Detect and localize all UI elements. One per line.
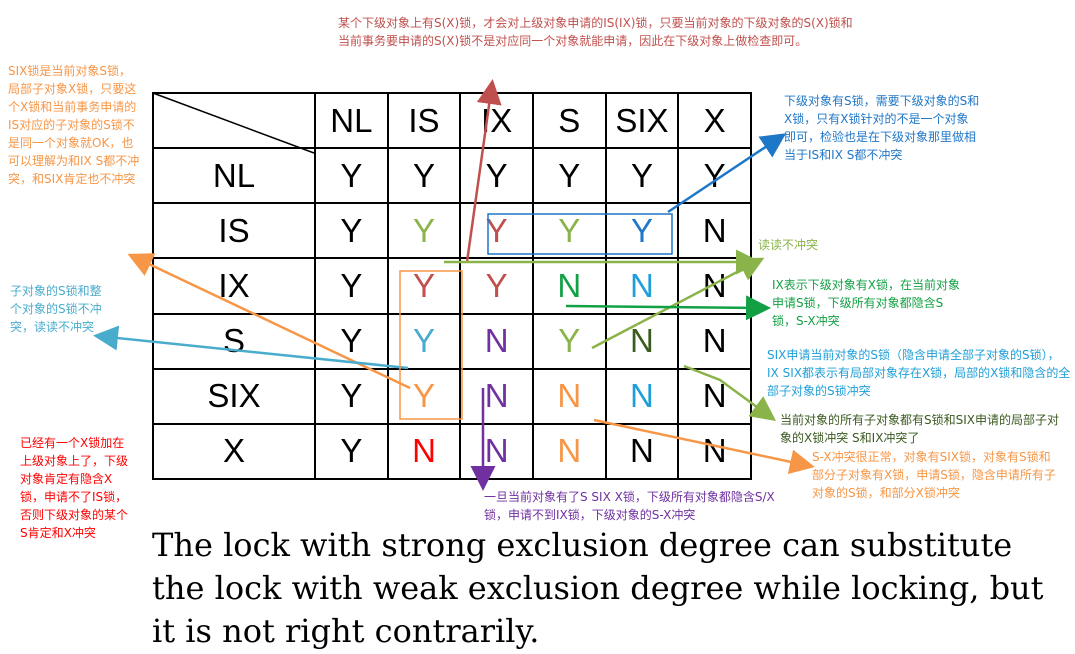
cell-ix-x: N (677, 257, 752, 315)
cell-x-s: N (531, 422, 607, 481)
matrix-corner-cell (152, 91, 316, 150)
matrix-row-nl: NL Y Y Y Y Y Y (152, 147, 752, 205)
col-header-nl: NL (314, 91, 389, 150)
cell-s-six: N (604, 312, 680, 370)
cell-x-six: N (604, 422, 680, 481)
cell-ix-s: N (531, 257, 607, 315)
cell-is-s: Y (531, 202, 607, 260)
col-header-six: SIX (604, 91, 680, 150)
cell-is-nl: Y (314, 202, 389, 260)
matrix-row-six: SIX Y Y N N N N (152, 367, 752, 425)
cell-s-x: N (677, 312, 752, 370)
cell-nl-is: Y (386, 147, 462, 205)
cell-s-s: Y (531, 312, 607, 370)
cell-x-nl: Y (314, 422, 389, 481)
col-header-s: S (531, 91, 607, 150)
note-right-olive: 当前对象的所有子对象都有S锁和SIX申请的局部子对象的X锁冲突 S和IX冲突了 (780, 413, 1059, 445)
matrix-row-ix: IX Y Y Y N N N (152, 257, 752, 315)
cell-ix-is: Y (386, 257, 462, 315)
row-header-x: X (152, 422, 316, 481)
lock-compatibility-matrix: NL IS IX S SIX X NL Y Y Y Y Y Y IS Y Y Y Y Y N IX Y Y Y N N N S Y Y N Y… (152, 91, 752, 481)
note-right-green-dark: IX表示下级对象有X锁，在当前对象申请S锁，下级所有对象都隐含S锁，S-X冲突 (772, 278, 960, 328)
note-right-blue2: SIX申请当前对象的S锁（隐含申请全部子对象的S锁），IX SIX都表示有局部对… (767, 348, 1071, 398)
note-bottom-purple: 一旦当前对象有了S SIX X锁，下级所有对象都隐含S/X锁，申请不到IX锁，下… (484, 490, 775, 522)
note-right-blue: 下级对象有S锁，需要下级对象的S和X锁，只有X锁针对的不是一个对象即可，检验也是… (784, 94, 980, 162)
cell-six-x: N (677, 367, 752, 425)
cell-s-nl: Y (314, 312, 389, 370)
cell-is-is: Y (386, 202, 462, 260)
cell-nl-six: Y (604, 147, 680, 205)
cell-is-x: N (677, 202, 752, 260)
cell-is-ix: Y (459, 202, 534, 260)
cell-six-s: N (531, 367, 607, 425)
cell-ix-nl: Y (314, 257, 389, 315)
note-top-red: 某个下级对象上有S(X)锁，才会对上级对象申请的IS(IX)锁，只要当前对象的下… (338, 16, 853, 48)
cell-six-is: Y (386, 367, 462, 425)
note-left-teal: 子对象的S锁和整个对象的S锁不冲突，读读不冲突 (10, 284, 102, 334)
col-header-is: IS (386, 91, 462, 150)
cell-s-is: Y (386, 312, 462, 370)
cell-s-ix: N (459, 312, 534, 370)
cell-x-ix: N (459, 422, 534, 481)
note-right-green-light: 读读不冲突 (758, 238, 819, 252)
matrix-row-x: XYNNNNN (152, 422, 752, 481)
row-header-s: S (152, 312, 316, 370)
cell-six-ix: N (459, 367, 534, 425)
cell-x-x: N (677, 422, 752, 481)
cell-six-nl: Y (314, 367, 389, 425)
bottom-statement: The lock with strong exclusion degree ca… (152, 526, 1044, 650)
note-right-orange: S-X冲突很正常，对象有SIX锁，对象有S锁和部分子对象有X锁，申请S锁，隐含申… (812, 450, 1056, 500)
row-header-is: IS (152, 202, 316, 260)
cell-nl-ix: Y (459, 147, 534, 205)
cell-x-is: N (386, 422, 462, 481)
matrix-header-row: NL IS IX S SIX X (152, 91, 752, 150)
cell-ix-six: N (604, 257, 680, 315)
row-header-six: SIX (152, 367, 316, 425)
matrix-row-s: SYYNYNN (152, 312, 752, 370)
note-left-red: 已经有一个X锁加在上级对象上了，下级对象肯定有隐含X锁，申请不了IS锁，否则下级… (20, 436, 129, 540)
row-header-nl: NL (152, 147, 316, 205)
matrix-row-is: IS Y Y Y Y Y N (152, 202, 752, 260)
col-header-ix: IX (459, 91, 534, 150)
cell-ix-ix: Y (459, 257, 534, 315)
cell-nl-s: Y (531, 147, 607, 205)
row-header-ix: IX (152, 257, 316, 315)
cell-nl-nl: Y (314, 147, 389, 205)
cell-nl-x: Y (677, 147, 752, 205)
col-header-x: X (677, 91, 752, 150)
cell-six-six: N (604, 367, 680, 425)
note-left-orange: SIX锁是当前对象S锁，局部子对象X锁，只要这个X锁和当前事务申请的IS对应的子… (8, 64, 140, 186)
cell-is-six: Y (604, 202, 680, 260)
